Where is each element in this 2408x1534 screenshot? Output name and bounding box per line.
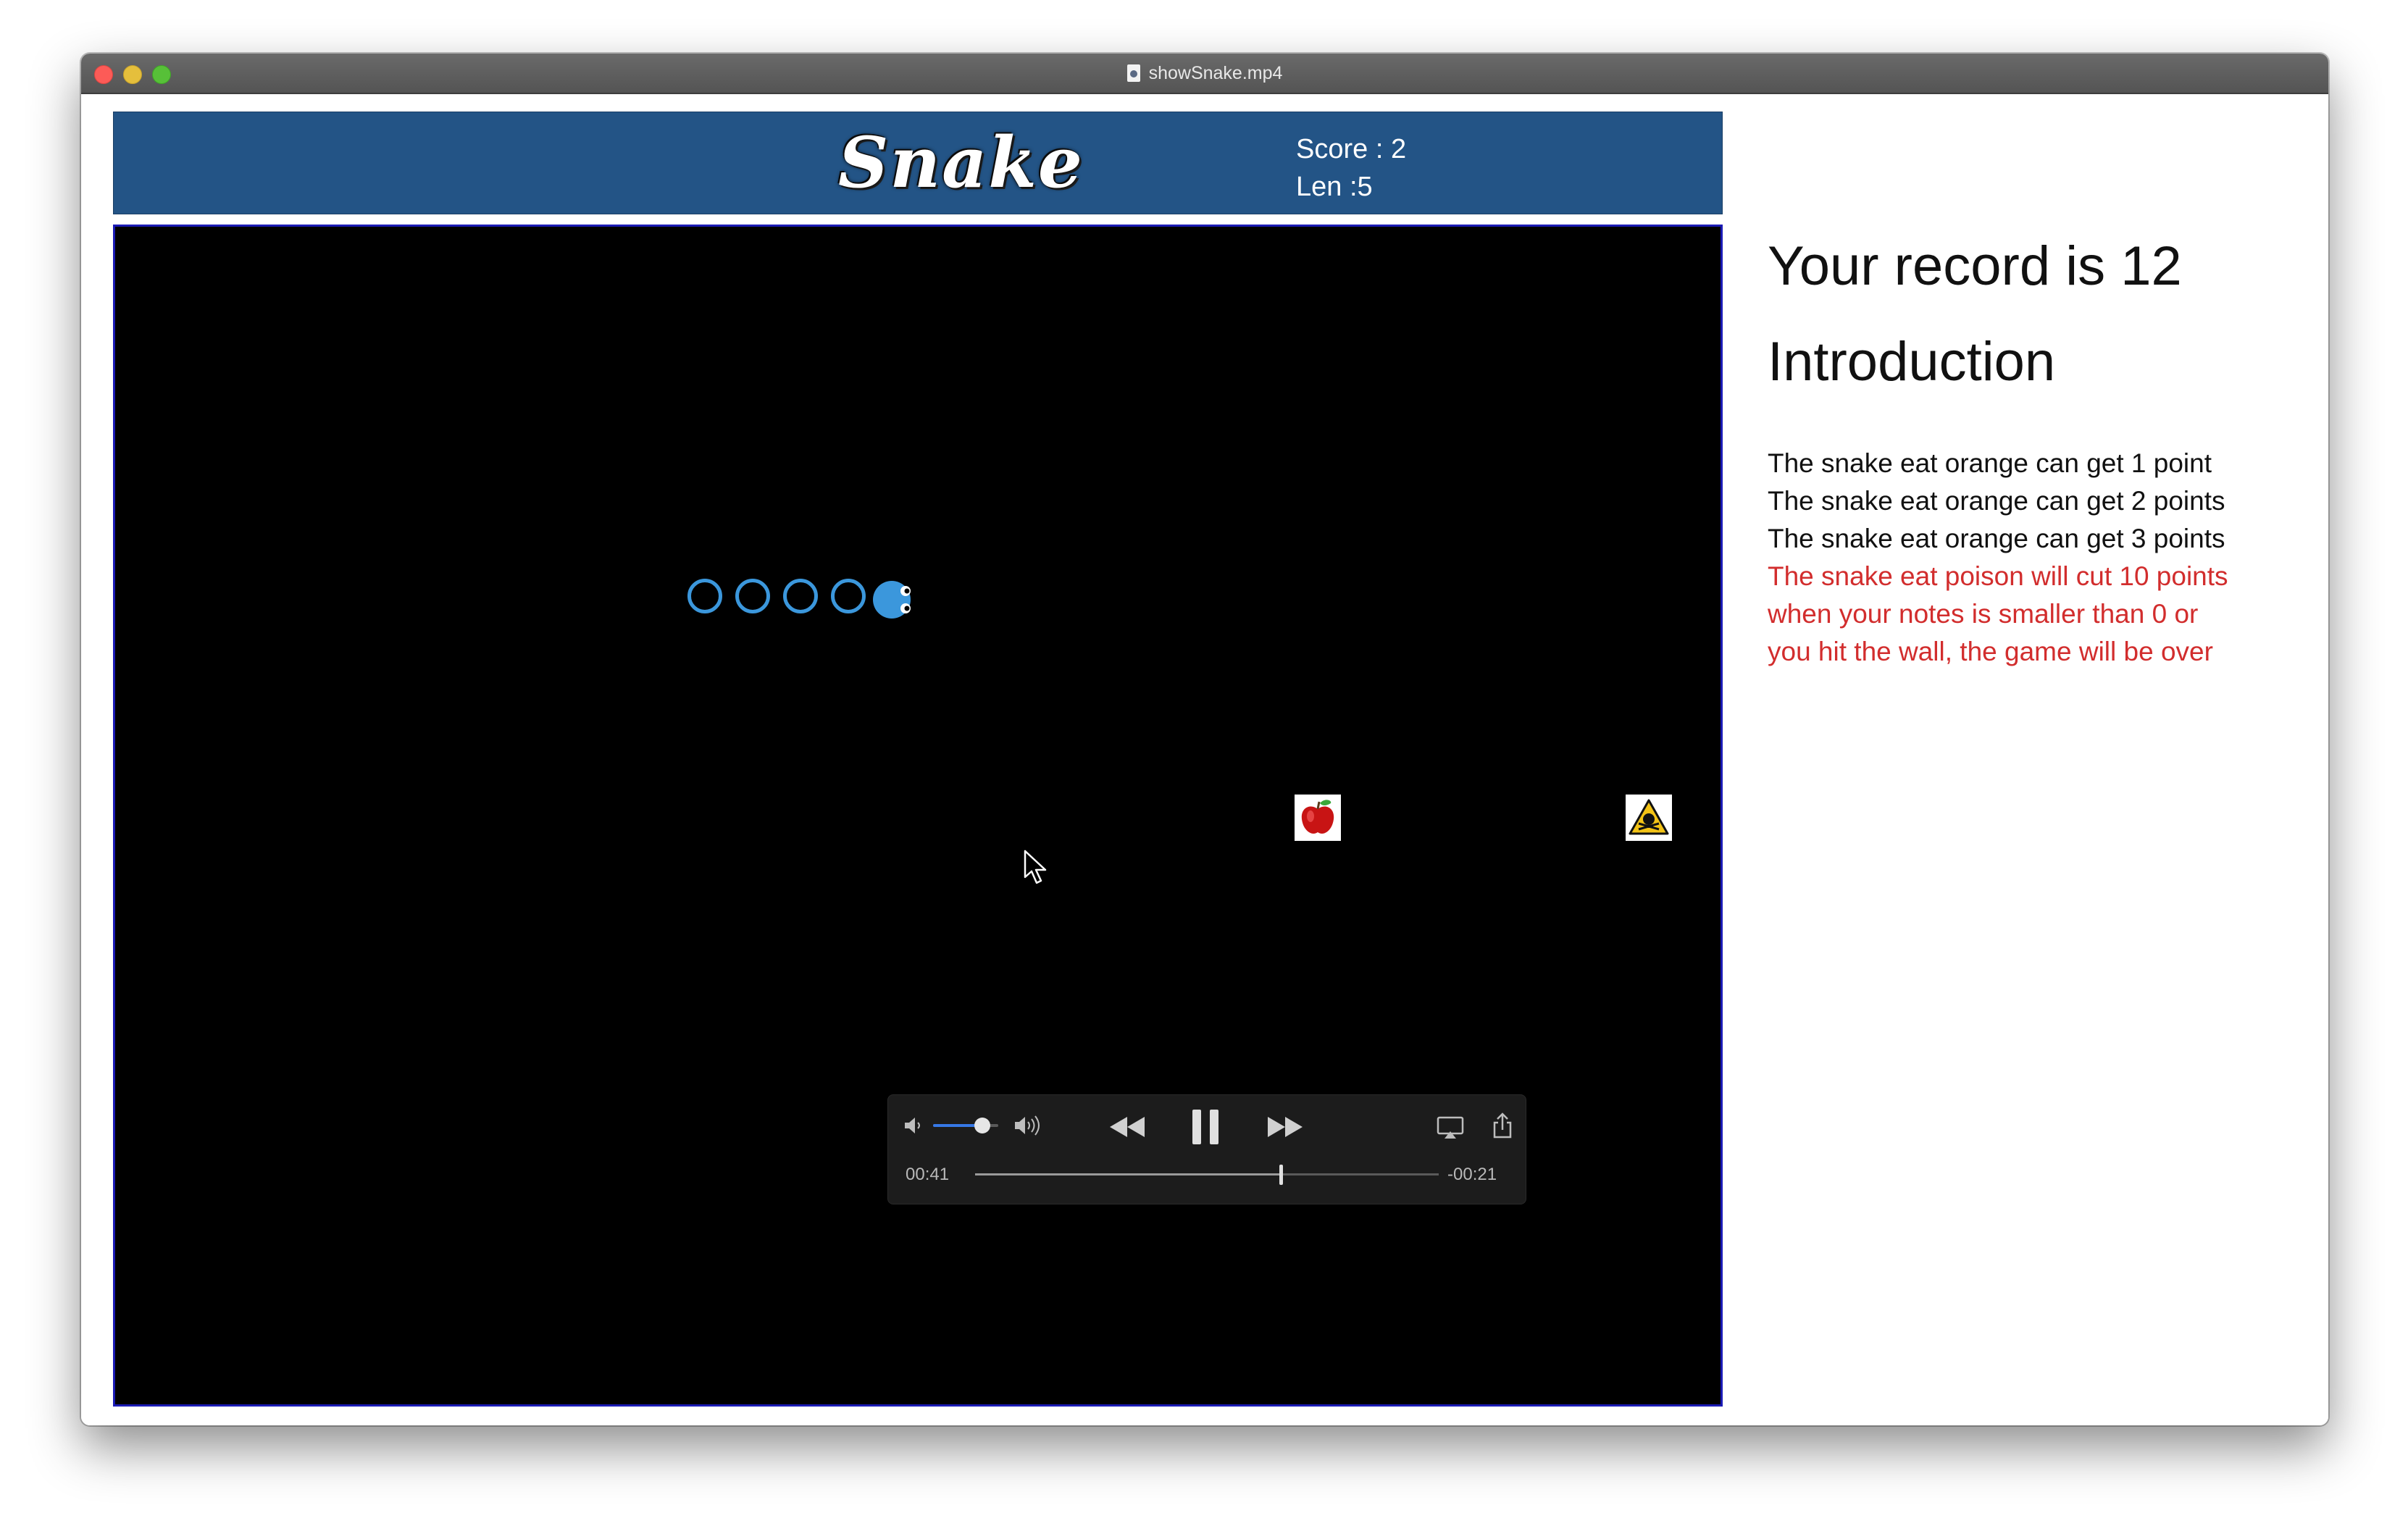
- poison-item: [1626, 795, 1672, 841]
- apple-item: [1295, 795, 1341, 841]
- volume-high-icon[interactable]: [1013, 1114, 1045, 1137]
- length-label: Len :5: [1296, 172, 1373, 202]
- warning-line: when your notes is smaller than 0 or: [1768, 599, 2199, 629]
- snake-body-segment: [687, 579, 722, 613]
- rule-line: The snake eat orange can get 1 point: [1768, 448, 2212, 478]
- poison-warning-icon: [1629, 799, 1669, 835]
- introduction-heading: Introduction: [1768, 331, 2056, 393]
- share-icon[interactable]: [1491, 1111, 1514, 1140]
- game-board: 00:41 -00:21: [113, 225, 1723, 1407]
- progress-bar[interactable]: [975, 1173, 1439, 1175]
- player-window: showSnake.mp4 Snake Score : 2 Len :5 00:…: [81, 54, 2328, 1425]
- window-title: showSnake.mp4: [1148, 62, 1283, 83]
- video-file-icon: [1126, 64, 1140, 82]
- progress-scrubber[interactable]: [1279, 1165, 1284, 1185]
- rules-list: The snake eat orange can get 1 point The…: [1768, 445, 2228, 671]
- volume-knob[interactable]: [974, 1118, 990, 1133]
- warning-line: you hit the wall, the game will be over: [1768, 637, 2213, 666]
- elapsed-time: 00:41: [906, 1165, 950, 1184]
- snake-head-icon: [873, 581, 915, 619]
- snake-body-segment: [783, 579, 818, 613]
- mouse-cursor-icon: [1024, 850, 1047, 884]
- snake-body-segment: [831, 579, 866, 613]
- rewind-icon[interactable]: [1107, 1114, 1147, 1140]
- remaining-time: -00:21: [1447, 1165, 1497, 1184]
- rule-line: The snake eat orange can get 2 points: [1768, 486, 2225, 516]
- fast-forward-icon[interactable]: [1265, 1114, 1305, 1140]
- warning-line: The snake eat poison will cut 10 points: [1768, 561, 2228, 591]
- record-heading: Your record is 12: [1768, 235, 2182, 297]
- snake-logo: Snake: [838, 122, 1084, 204]
- rule-line: The snake eat orange can get 3 points: [1768, 524, 2225, 553]
- game-header: Snake Score : 2 Len :5: [113, 112, 1723, 214]
- apple-icon: [1301, 800, 1334, 834]
- airplay-icon[interactable]: [1436, 1115, 1465, 1140]
- pause-icon[interactable]: [1188, 1107, 1224, 1147]
- progress-played: [975, 1173, 1282, 1175]
- score-label: Score : 2: [1296, 134, 1407, 164]
- volume-low-icon[interactable]: [903, 1115, 924, 1136]
- title-bar[interactable]: showSnake.mp4: [81, 54, 2328, 94]
- snake-body-segment: [735, 579, 770, 613]
- playback-controls: 00:41 -00:21: [887, 1094, 1526, 1204]
- video-frame[interactable]: Snake Score : 2 Len :5 00:41 -00:21 Your…: [81, 94, 2328, 1425]
